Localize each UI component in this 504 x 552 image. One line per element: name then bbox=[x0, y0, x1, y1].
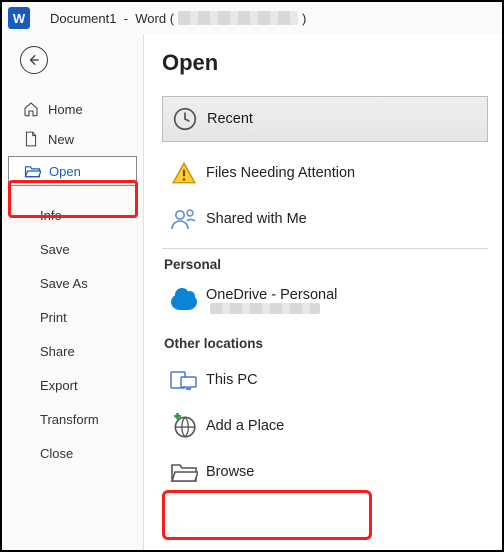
nav-save[interactable]: Save bbox=[2, 232, 143, 266]
document-icon bbox=[24, 131, 38, 147]
tile-onedrive-label: OneDrive - Personal bbox=[206, 287, 337, 303]
nav-save-as-label: Save As bbox=[40, 276, 88, 291]
page-heading: Open bbox=[162, 50, 488, 76]
folder-open-icon bbox=[24, 164, 41, 178]
nav-share-label: Share bbox=[40, 344, 75, 359]
folder-browse-icon bbox=[170, 461, 198, 483]
nav-new[interactable]: New bbox=[2, 124, 143, 154]
nav-share[interactable]: Share bbox=[2, 334, 143, 368]
title-bar: W Document1 - Word ( ) bbox=[2, 2, 502, 34]
nav-close[interactable]: Close bbox=[2, 436, 143, 470]
tile-this-pc-label: This PC bbox=[206, 372, 258, 388]
divider bbox=[162, 248, 488, 249]
nav-transform[interactable]: Transform bbox=[2, 402, 143, 436]
home-icon bbox=[23, 101, 39, 117]
tile-this-pc[interactable]: This PC bbox=[162, 357, 488, 403]
nav-print[interactable]: Print bbox=[2, 300, 143, 334]
nav-save-as[interactable]: Save As bbox=[2, 266, 143, 300]
separator: - bbox=[116, 11, 135, 26]
nav-new-label: New bbox=[48, 132, 74, 147]
section-personal: Personal bbox=[164, 257, 488, 272]
nav-save-label: Save bbox=[40, 242, 70, 257]
nav-home[interactable]: Home bbox=[2, 94, 143, 124]
back-button[interactable] bbox=[20, 46, 48, 74]
tile-onedrive[interactable]: OneDrive - Personal bbox=[162, 278, 488, 326]
nav-open-label: Open bbox=[49, 164, 81, 179]
nav-info-label: Info bbox=[40, 208, 62, 223]
tile-add-place[interactable]: Add a Place bbox=[162, 403, 488, 449]
nav-print-label: Print bbox=[40, 310, 67, 325]
open-panel: Open Recent Files Needing Attention Shar… bbox=[144, 34, 502, 550]
paren-open: ( bbox=[166, 11, 174, 26]
backstage-sidebar: Home New Open Info Save Save As Print Sh… bbox=[2, 34, 144, 550]
nav-export[interactable]: Export bbox=[2, 368, 143, 402]
nav-transform-label: Transform bbox=[40, 412, 99, 427]
onedrive-icon bbox=[171, 294, 197, 310]
tile-shared-label: Shared with Me bbox=[206, 211, 307, 227]
paren-close: ) bbox=[302, 11, 306, 26]
redacted-account bbox=[178, 11, 298, 25]
window-title: Document1 - Word ( ) bbox=[50, 11, 306, 26]
nav-home-label: Home bbox=[48, 102, 83, 117]
clock-icon bbox=[172, 106, 198, 132]
add-place-icon bbox=[171, 413, 197, 439]
nav-close-label: Close bbox=[40, 446, 73, 461]
section-other: Other locations bbox=[164, 336, 488, 351]
nav-open[interactable]: Open bbox=[8, 156, 137, 186]
redacted-email bbox=[210, 303, 320, 314]
arrow-left-icon bbox=[27, 53, 41, 67]
tile-add-place-label: Add a Place bbox=[206, 418, 284, 434]
app-name: Word bbox=[135, 11, 166, 26]
nav-info[interactable]: Info bbox=[2, 198, 143, 232]
tile-attention[interactable]: Files Needing Attention bbox=[162, 150, 488, 196]
warning-icon bbox=[171, 161, 197, 185]
nav-export-label: Export bbox=[40, 378, 78, 393]
tile-browse[interactable]: Browse bbox=[162, 449, 488, 495]
this-pc-icon bbox=[170, 369, 198, 391]
tile-recent-label: Recent bbox=[207, 111, 253, 127]
doc-name: Document1 bbox=[50, 11, 116, 26]
tile-shared[interactable]: Shared with Me bbox=[162, 196, 488, 242]
tile-browse-label: Browse bbox=[206, 464, 254, 480]
tile-attention-label: Files Needing Attention bbox=[206, 165, 355, 181]
shared-icon bbox=[170, 207, 198, 231]
tile-recent[interactable]: Recent bbox=[162, 96, 488, 142]
word-app-icon: W bbox=[8, 7, 30, 29]
